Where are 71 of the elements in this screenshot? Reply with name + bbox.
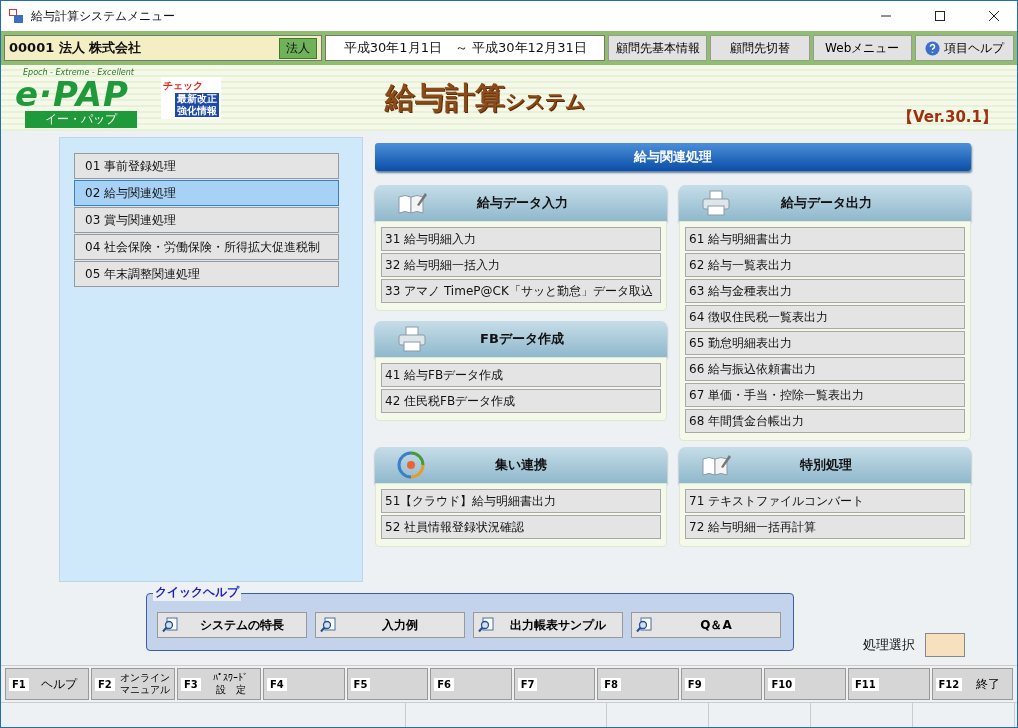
function-key-button[interactable]: F5 (346, 668, 429, 700)
period-field: 平成30年1月1日 ～ 平成30年12月31日 (325, 35, 606, 61)
book-icon (397, 191, 427, 215)
search-icon (162, 617, 178, 633)
function-key-button[interactable]: F3 ﾊﾟｽﾜｰﾄﾞ 設 定 (177, 668, 261, 700)
menu-item[interactable]: 32 給与明細一括入力 (381, 253, 661, 277)
group-title: 特別処理 (799, 456, 853, 474)
maximize-icon[interactable] (934, 10, 946, 22)
menu-item[interactable]: 67 単価・手当・控除一覧表出力 (685, 383, 965, 407)
quick-help-button[interactable]: Q＆A (631, 612, 781, 638)
quick-help-button[interactable]: 出力帳表サンプル (473, 612, 623, 638)
function-key-button[interactable]: F6 (430, 668, 512, 700)
help-button[interactable]: 項目ヘルプ (914, 35, 1014, 61)
menu-item[interactable]: 52 社員情報登録状況確認 (381, 515, 661, 539)
epap-logo: Epoch - Extreme - Excellent e·PAP イー・パップ (15, 68, 147, 128)
printer-icon (397, 326, 427, 352)
quick-help-legend: クイックヘルプ (153, 584, 241, 601)
swirl-icon (397, 451, 425, 479)
window-title: 給与計算システムメニュー (31, 7, 175, 25)
menu-item[interactable]: 31 給与明細入力 (381, 227, 661, 251)
toolbar-button[interactable]: Webメニュー (812, 35, 912, 61)
menu-item[interactable]: 66 給与振込依頼書出力 (685, 357, 965, 381)
help-icon (924, 40, 940, 56)
menu-item[interactable]: 61 給与明細書出力 (685, 227, 965, 251)
search-icon (320, 617, 336, 633)
function-key-button[interactable]: F7 (513, 668, 596, 700)
menu-item[interactable]: 04 社会保険・労働保険・所得拡大促進税制 (74, 234, 339, 260)
version-label: 【Ver.30.1】 (898, 108, 997, 127)
menu-item[interactable]: 05 年末調整関連処理 (74, 261, 339, 287)
function-key-button[interactable]: F4 (263, 668, 345, 700)
menu-item[interactable]: 41 給与FBデータ作成 (381, 363, 661, 387)
menu-item[interactable]: 64 徴収住民税一覧表出力 (685, 305, 965, 329)
search-icon (478, 617, 494, 633)
toolbar-button[interactable]: 顧問先基本情報 (608, 35, 708, 61)
function-key-button[interactable]: F10 (764, 668, 846, 700)
menu-item[interactable]: 68 年間賃金台帳出力 (685, 409, 965, 433)
group-title: 集い連携 (494, 456, 548, 474)
book-icon (701, 453, 731, 477)
printer-icon (701, 190, 731, 216)
search-icon (636, 617, 652, 633)
quick-help-button[interactable]: 入力例 (315, 612, 465, 638)
app-icon (9, 9, 23, 23)
menu-item[interactable]: 02 給与関連処理 (74, 180, 339, 206)
menu-item[interactable]: 42 住民税FBデータ作成 (381, 389, 661, 413)
function-key-button[interactable]: F1 ヘルプ (5, 668, 89, 700)
close-icon[interactable] (988, 10, 1000, 22)
menu-item[interactable]: 03 賞与関連処理 (74, 207, 339, 233)
menu-item[interactable]: 63 給与金種表出力 (685, 279, 965, 303)
menu-item[interactable]: 65 勤怠明細表出力 (685, 331, 965, 355)
company-type-tag: 法人 (279, 37, 318, 59)
function-key-button[interactable]: F11 (847, 668, 930, 700)
system-title: 給与計算システム (385, 78, 585, 117)
function-key-button[interactable]: F9 (680, 668, 763, 700)
menu-item[interactable]: 71 テキストファイルコンバート (685, 489, 965, 513)
menu-item[interactable]: 72 給与明細一括再計算 (685, 515, 965, 539)
selection-label: 処理選択 (863, 636, 915, 654)
update-info-badge[interactable]: チェック 最新改正 強化情報 (161, 77, 221, 119)
function-key-button[interactable]: F8 (597, 668, 679, 700)
menu-item[interactable]: 62 給与一覧表出力 (685, 253, 965, 277)
section-header: 給与関連処理 (375, 143, 971, 171)
menu-item[interactable]: 33 アマノ TimeP@CK「サッと勤怠」データ取込 (381, 279, 661, 303)
function-key-button[interactable]: F12 終了 (931, 668, 1014, 700)
toolbar-button[interactable]: 顧問先切替 (710, 35, 810, 61)
quick-help-button[interactable]: システムの特長 (157, 612, 307, 638)
group-title: FBデータ作成 (479, 330, 565, 348)
group-title: 給与データ入力 (475, 194, 569, 212)
selection-input[interactable] (925, 633, 965, 657)
menu-item[interactable]: 01 事前登録処理 (74, 153, 339, 179)
company-name: 00001 法人 株式会社 (9, 39, 142, 57)
menu-item[interactable]: 51【クラウド】給与明細書出力 (381, 489, 661, 513)
group-title: 給与データ出力 (779, 194, 873, 212)
